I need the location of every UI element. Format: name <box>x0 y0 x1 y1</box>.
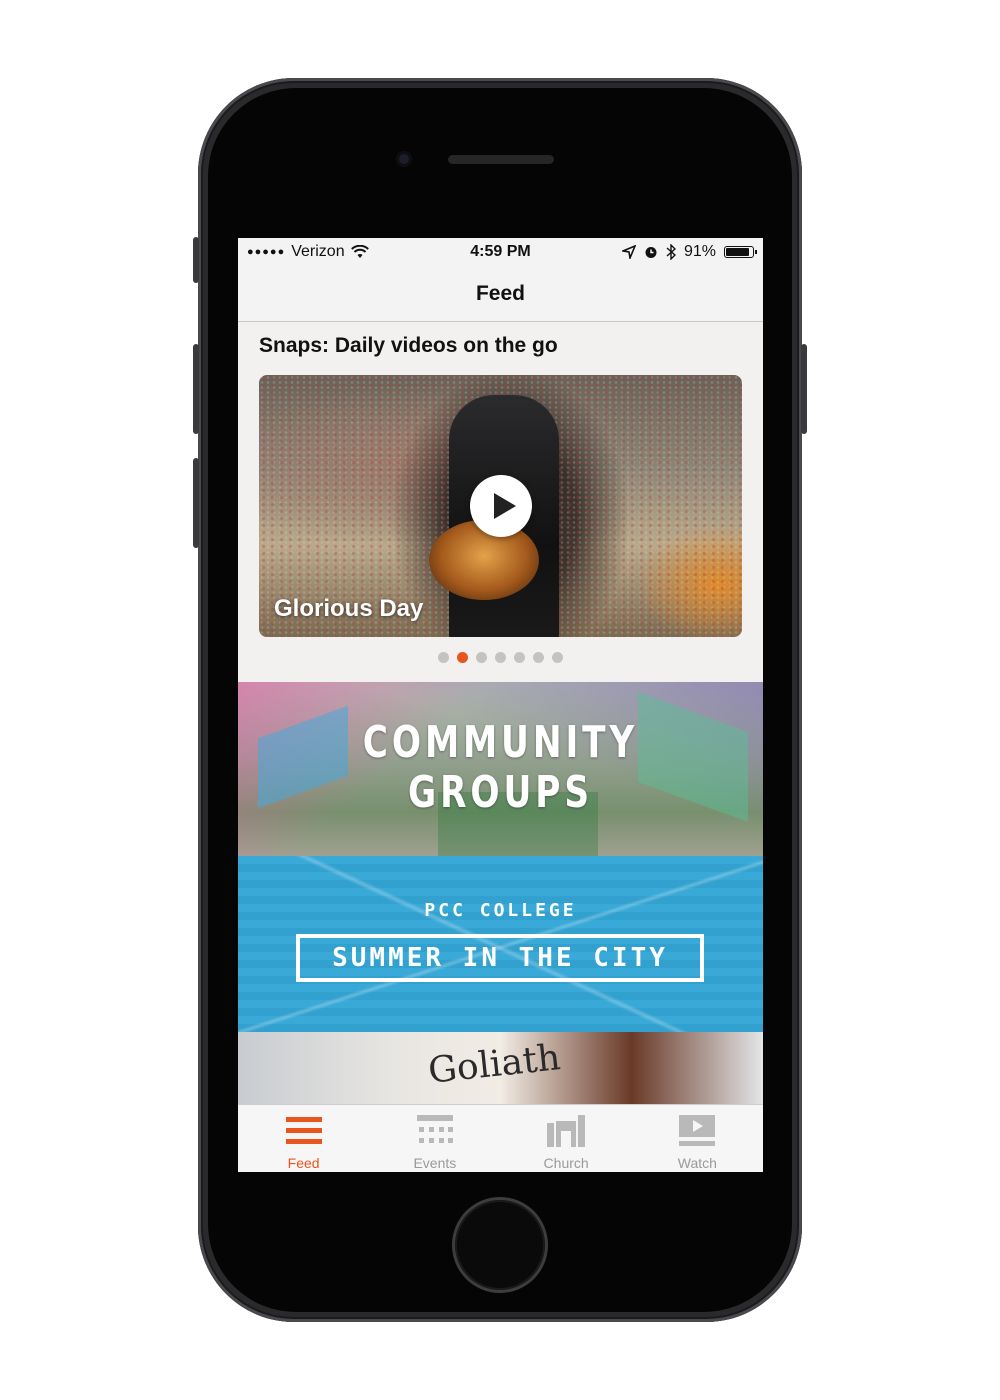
tab-label: Watch <box>677 1155 717 1171</box>
carousel-dot[interactable] <box>495 652 506 663</box>
volume-down-button <box>193 458 199 548</box>
battery-level-fill <box>726 248 749 256</box>
bluetooth-icon <box>666 244 676 260</box>
college-subtitle: PCC COLLEGE <box>424 900 577 921</box>
carousel-dot[interactable] <box>476 652 487 663</box>
community-title-line1: COMMUNITY <box>362 717 639 768</box>
mute-switch <box>193 237 199 283</box>
alarm-clock-icon <box>645 247 657 258</box>
college-title-box: SUMMER IN THE CITY <box>296 934 704 982</box>
carousel-dot[interactable] <box>552 652 563 663</box>
home-button[interactable] <box>455 1200 545 1290</box>
power-button <box>801 344 807 434</box>
carousel-dot[interactable] <box>514 652 525 663</box>
play-button-icon[interactable] <box>470 475 532 537</box>
tab-watch[interactable]: Watch <box>632 1105 763 1172</box>
tab-church[interactable]: Church <box>501 1105 632 1172</box>
battery-percent: 91% <box>683 243 716 260</box>
community-groups-title: COMMUNITY GROUPS <box>296 718 706 818</box>
video-title: Glorious Day <box>274 595 424 622</box>
tab-label: Feed <box>287 1155 320 1171</box>
video-play-icon <box>679 1115 716 1146</box>
tab-bar: Feed Events Church Watch <box>238 1104 763 1172</box>
carousel-dot[interactable] <box>533 652 544 663</box>
snap-video-card[interactable]: Glorious Day <box>259 375 742 637</box>
tab-label: Events <box>413 1155 457 1171</box>
community-title-line2: GROUPS <box>408 767 593 818</box>
summer-in-the-city-banner[interactable]: PCC COLLEGE SUMMER IN THE CITY <box>238 856 763 1032</box>
calendar-grid-icon <box>416 1115 453 1143</box>
tab-label: Church <box>543 1155 589 1171</box>
menu-icon <box>285 1117 322 1144</box>
college-title: SUMMER IN THE CITY <box>332 943 668 973</box>
status-bar: ●●●●● Verizon 4:59 PM 91% <box>238 238 763 266</box>
tab-events[interactable]: Events <box>369 1105 500 1172</box>
location-arrow-icon <box>621 245 636 259</box>
tab-feed[interactable]: Feed <box>238 1105 369 1172</box>
page-title: Feed <box>475 282 525 305</box>
earpiece-speaker <box>448 155 554 164</box>
book-cover-text: Goliath <box>426 1037 563 1092</box>
carousel-page-indicator[interactable] <box>238 652 763 663</box>
app-screen: ●●●●● Verizon 4:59 PM 91% Feed Snaps: Da… <box>238 238 763 1172</box>
carousel-dot[interactable] <box>457 652 468 663</box>
church-icon <box>547 1115 586 1147</box>
community-groups-banner[interactable]: COMMUNITY GROUPS <box>238 682 763 856</box>
navigation-bar: Feed <box>238 266 763 322</box>
snaps-section-title: Snaps: Daily videos on the go <box>259 334 558 357</box>
front-camera <box>396 151 412 167</box>
carousel-dot[interactable] <box>438 652 449 663</box>
battery-icon <box>724 246 757 258</box>
book-banner[interactable]: Goliath <box>238 1032 763 1104</box>
volume-up-button <box>193 344 199 434</box>
